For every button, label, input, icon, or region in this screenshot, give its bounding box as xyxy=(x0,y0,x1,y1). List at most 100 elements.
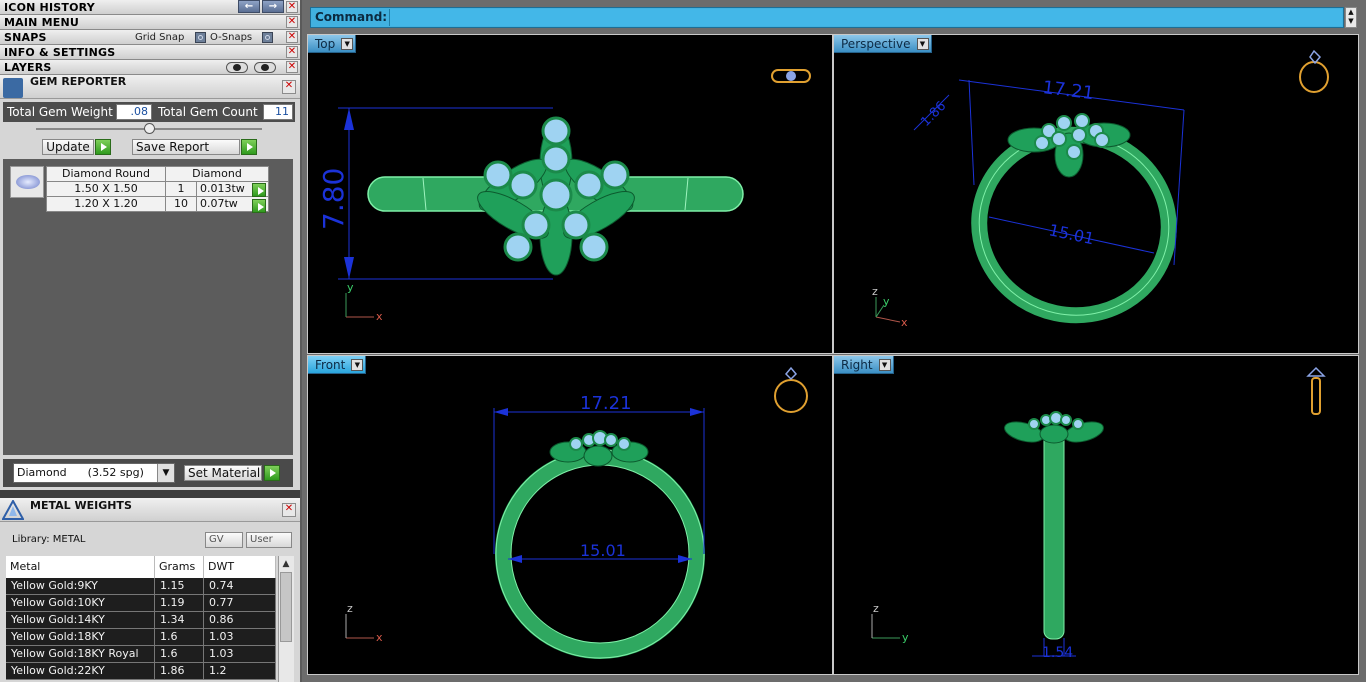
metal-grams: 1.34 xyxy=(154,611,204,629)
metal-dwt: 0.86 xyxy=(203,611,276,629)
viewport-top[interactable]: 7.80 y x Top ▼ xyxy=(307,34,833,354)
gem-col-shape: Diamond Round xyxy=(46,166,166,182)
gem-count: 10 xyxy=(165,196,197,212)
grid-snap-toggle[interactable] xyxy=(195,32,206,43)
gem-table: Diamond Round Diamond 1.50 X 1.50 1 0.01… xyxy=(46,166,269,212)
menu-snaps-label: SNAPS xyxy=(4,31,47,44)
axis-x-label: x xyxy=(376,310,383,323)
ring-front-icon[interactable] xyxy=(774,366,808,413)
menu-snaps[interactable]: SNAPS Grid Snap O-Snaps ✕ xyxy=(0,30,300,45)
update-go-icon[interactable] xyxy=(95,139,111,155)
metal-scrollbar[interactable]: ▲ xyxy=(278,556,294,682)
tab-front[interactable]: Front ▼ xyxy=(308,356,367,374)
user-button[interactable]: User xyxy=(246,532,292,548)
viewport-area: Command: ▲ ▼ 7.80 y x Top ▼ 17.21 15.01 … xyxy=(302,0,1366,682)
layer-visibility-icon[interactable] xyxy=(226,62,248,73)
axis-z-label: z xyxy=(873,602,879,615)
close-icon[interactable]: ✕ xyxy=(286,61,298,73)
menu-layers[interactable]: LAYERS ✕ xyxy=(0,60,300,75)
tab-perspective[interactable]: Perspective ▼ xyxy=(834,35,932,53)
table-row[interactable]: Yellow Gold:18KY Royal 1.6 1.03 xyxy=(6,645,276,663)
set-material-go-icon[interactable] xyxy=(264,465,280,481)
left-panel: ICON HISTORY ← → ✕ MAIN MENU ✕ SNAPS Gri… xyxy=(0,0,300,682)
metal-dwt: 0.77 xyxy=(203,594,276,612)
metal-weights-panel: METAL WEIGHTS ✕ Library: METAL GV User M… xyxy=(0,498,300,682)
gem-totals-bar: Total Gem Weight .08 Total Gem Count 11 xyxy=(3,102,295,122)
menu-info-settings-label: INFO & SETTINGS xyxy=(4,46,116,59)
tab-top[interactable]: Top ▼ xyxy=(308,35,357,53)
row-go-icon[interactable] xyxy=(252,183,266,197)
close-icon[interactable]: ✕ xyxy=(282,80,296,94)
axis-y-label: y xyxy=(347,281,354,294)
table-row[interactable]: Yellow Gold:14KY 1.34 0.86 xyxy=(6,611,276,629)
gv-button[interactable]: GV xyxy=(205,532,243,548)
metal-name: Yellow Gold:18KY xyxy=(6,628,155,646)
metal-weights-title: METAL WEIGHTS xyxy=(30,499,132,512)
table-row[interactable]: 1.50 X 1.50 1 0.013tw xyxy=(46,181,269,197)
update-button[interactable]: Update xyxy=(42,139,94,155)
viewport-right[interactable]: 1.54 z y Right ▼ xyxy=(833,355,1359,675)
o-snaps-toggle[interactable] xyxy=(262,32,273,43)
total-gem-count-label: Total Gem Count xyxy=(158,105,258,119)
metal-name: Yellow Gold:14KY xyxy=(6,611,155,629)
chevron-down-icon[interactable]: ▼ xyxy=(878,359,891,371)
table-row[interactable]: Yellow Gold:10KY 1.19 0.77 xyxy=(6,594,276,612)
metal-col-grams: Grams xyxy=(154,556,204,578)
save-report-button[interactable]: Save Report xyxy=(132,139,240,155)
forward-arrow-icon[interactable]: → xyxy=(262,0,284,13)
gem-diamond-icon xyxy=(10,166,44,198)
table-row[interactable]: Yellow Gold:22KY 1.86 1.2 xyxy=(6,662,276,680)
viewport-front[interactable]: 17.21 15.01 z x Front ▼ xyxy=(307,355,833,675)
tab-perspective-label: Perspective xyxy=(841,37,911,51)
back-arrow-icon[interactable]: ← xyxy=(238,0,260,13)
material-select[interactable]: Diamond (3.52 spg) ▼ xyxy=(13,463,175,483)
total-gem-weight-field: .08 xyxy=(116,104,152,120)
command-scroll-icon[interactable]: ▲ ▼ xyxy=(1345,7,1357,28)
ring-top-icon[interactable] xyxy=(771,69,811,83)
tab-right-label: Right xyxy=(841,358,873,372)
metal-dwt: 1.03 xyxy=(203,628,276,646)
close-icon[interactable]: ✕ xyxy=(282,503,296,517)
set-material-button[interactable]: Set Material xyxy=(184,465,262,481)
chevron-down-icon[interactable]: ▼ xyxy=(157,464,174,482)
metal-name: Yellow Gold:9KY xyxy=(6,578,155,595)
close-icon[interactable]: ✕ xyxy=(286,1,298,13)
metal-name: Yellow Gold:10KY xyxy=(6,594,155,612)
save-report-go-icon[interactable] xyxy=(241,139,257,155)
perspective-view-canvas: 17.21 15.01 1.86 z y x xyxy=(872,49,1329,329)
table-row[interactable]: Yellow Gold:18KY 1.6 1.03 xyxy=(6,628,276,646)
command-label: Command: xyxy=(315,10,388,24)
close-icon[interactable]: ✕ xyxy=(286,16,298,28)
command-input[interactable] xyxy=(389,9,1342,26)
metal-name: Yellow Gold:18KY Royal xyxy=(6,645,155,663)
metal-grams: 1.86 xyxy=(154,662,204,680)
menu-main-menu-label: MAIN MENU xyxy=(4,16,79,29)
row-go-icon[interactable] xyxy=(252,199,266,213)
viewport-perspective[interactable]: 17.21 15.01 1.86 z y x Perspective ▼ xyxy=(833,34,1359,354)
gem-count: 1 xyxy=(165,181,197,197)
tab-right[interactable]: Right ▼ xyxy=(834,356,894,374)
ring-perspective-icon[interactable] xyxy=(1299,49,1329,93)
table-row[interactable]: Yellow Gold:9KY 1.15 0.74 xyxy=(6,578,276,595)
perspective-small-dimension: 1.86 xyxy=(918,99,949,130)
close-icon[interactable]: ✕ xyxy=(286,31,298,43)
metal-col-dwt: DWT xyxy=(203,556,276,578)
slider-handle-icon[interactable] xyxy=(144,123,155,134)
menu-info-settings[interactable]: INFO & SETTINGS ✕ xyxy=(0,45,300,60)
close-icon[interactable]: ✕ xyxy=(286,46,298,58)
axis-x-label: x xyxy=(901,316,908,329)
ring-right-icon[interactable] xyxy=(1306,366,1326,415)
menu-icon-history[interactable]: ICON HISTORY ← → ✕ xyxy=(0,0,300,15)
metal-grams: 1.19 xyxy=(154,594,204,612)
metal-dwt: 0.74 xyxy=(203,578,276,595)
chevron-down-icon[interactable]: ▼ xyxy=(351,359,364,371)
chevron-down-icon[interactable]: ▼ xyxy=(916,38,929,50)
total-gem-count-field: 11 xyxy=(263,104,293,120)
material-select-value: Diamond (3.52 spg) xyxy=(17,466,144,479)
menu-main-menu[interactable]: MAIN MENU ✕ xyxy=(0,15,300,30)
chevron-down-icon[interactable]: ▼ xyxy=(341,38,354,50)
scroll-up-icon[interactable]: ▲ xyxy=(281,559,291,569)
scroll-thumb[interactable] xyxy=(280,572,292,642)
eye-icon[interactable] xyxy=(254,62,276,73)
table-row[interactable]: 1.20 X 1.20 10 0.07tw xyxy=(46,196,269,212)
